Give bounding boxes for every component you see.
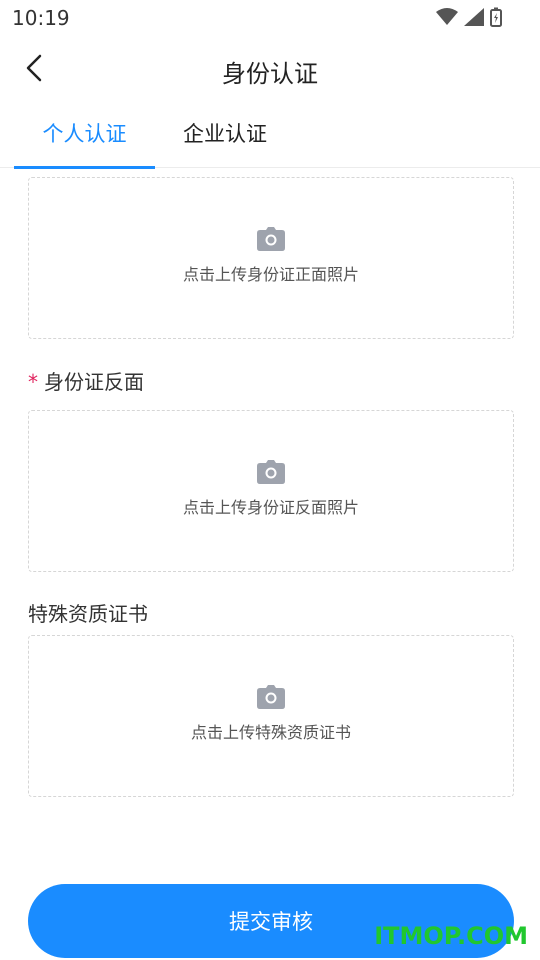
status-time: 10:19 [12,6,70,30]
camera-icon [257,460,285,488]
status-icons [436,7,502,31]
upload-certificate-label: 点击上传特殊资质证书 [190,723,351,742]
header: 身份认证 [0,40,540,98]
upload-id-back-label: 点击上传身份证反面照片 [182,498,359,517]
required-mark: * [28,370,38,394]
upload-id-front[interactable]: 点击上传身份证正面照片 [28,177,514,339]
tab-personal[interactable]: 个人认证 [14,118,155,148]
watermark: ITMOP.COM [374,922,528,950]
camera-icon [257,685,285,713]
tab-bar: 个人认证 企业认证 [0,104,540,169]
section-title-id-back-text: 身份证反面 [44,370,144,394]
section-title-id-back: * 身份证反面 [28,366,144,395]
upload-id-front-label: 点击上传身份证正面照片 [182,265,359,284]
page-title: 身份认证 [222,60,318,88]
identity-verification-screen: 10:19 身份认证 个人认证 企业认证 点击上传身份证正面照片 * 身份证反面… [0,0,540,960]
camera-icon [257,227,285,255]
wifi-icon [436,8,458,30]
tab-company[interactable]: 企业认证 [183,118,267,148]
signal-icon [464,8,484,30]
section-title-certificate: 特殊资质证书 [28,602,148,626]
status-bar: 10:19 [0,0,540,36]
upload-id-back[interactable]: 点击上传身份证反面照片 [28,410,514,572]
battery-icon [490,7,502,31]
tab-active-indicator [14,166,155,169]
upload-certificate[interactable]: 点击上传特殊资质证书 [28,635,514,797]
